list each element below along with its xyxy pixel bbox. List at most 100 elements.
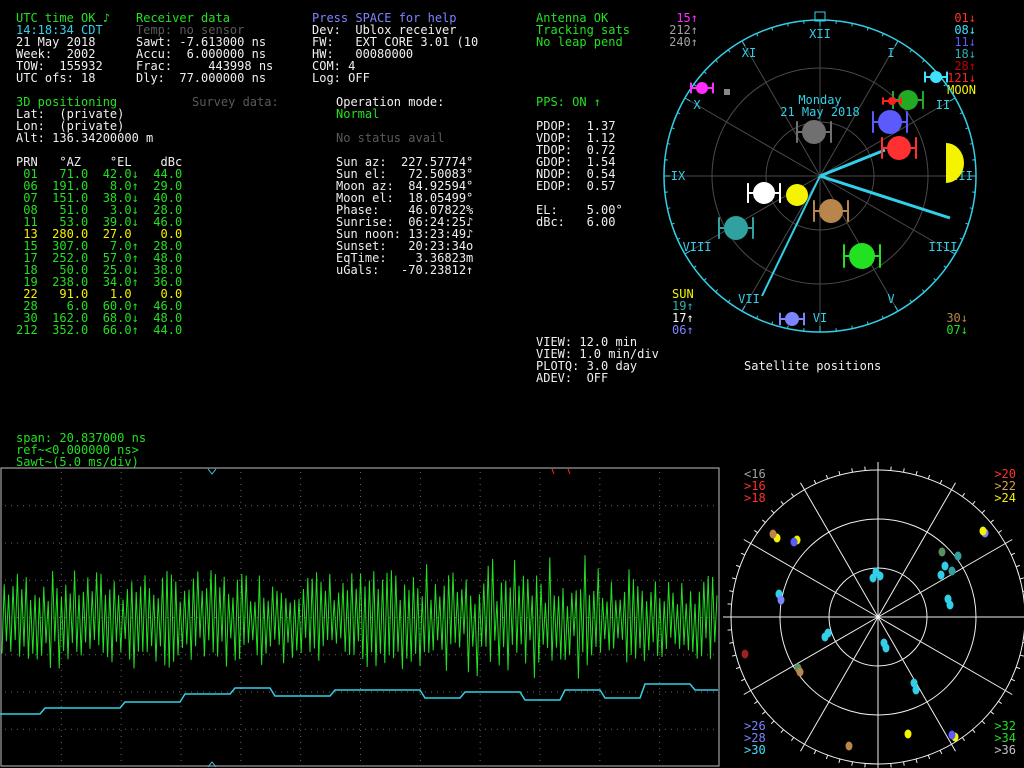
sky-track-dot [769, 529, 777, 539]
grid-dot [605, 654, 606, 656]
grid-dot [545, 505, 546, 507]
grid-dot [479, 568, 481, 569]
grid-dot [173, 728, 174, 730]
grid-dot [240, 718, 242, 719]
grid-dot [311, 728, 312, 730]
grid-dot [359, 505, 360, 507]
grid-dot [149, 505, 150, 507]
grid-dot [335, 654, 336, 656]
grid-dot [240, 700, 242, 701]
grid-dot [131, 728, 132, 730]
grid-dot [659, 658, 661, 659]
reference-trace [0, 683, 718, 715]
grid-dot [120, 736, 122, 737]
grid-dot [515, 654, 516, 656]
grid-dot [419, 496, 421, 497]
grid-dot [120, 496, 122, 497]
grid-dot [47, 728, 48, 730]
grid-dot [659, 724, 661, 725]
grid-dot [300, 508, 302, 509]
grid-dot [360, 706, 361, 707]
grid-dot [431, 542, 432, 544]
clock-tick [959, 112, 963, 115]
grid-dot [120, 586, 122, 587]
grid-dot [419, 724, 421, 725]
grid-dot [180, 544, 182, 545]
grid-dot [677, 579, 678, 581]
grid-dot [300, 712, 302, 713]
clock-tick [787, 325, 789, 329]
clock-tick [693, 265, 697, 269]
grid-dot [503, 654, 504, 656]
grid-dot [641, 654, 642, 656]
grid-dot [60, 526, 62, 527]
grid-dot [360, 508, 361, 509]
grid-dot [35, 654, 36, 656]
grid-dot [479, 505, 480, 507]
grid-dot [659, 502, 661, 503]
grid-dot [557, 691, 558, 693]
grid-dot [185, 654, 186, 656]
grid-dot [180, 694, 182, 695]
grid-dot [695, 579, 696, 581]
grid-dot [180, 658, 182, 659]
sky-tick [972, 501, 976, 505]
grid-dot [599, 538, 601, 539]
grid-dot [167, 728, 168, 730]
grid-dot [521, 579, 522, 581]
grid-dot [659, 496, 661, 497]
grid-dot [300, 670, 302, 671]
grid-dot [677, 691, 678, 693]
grid-dot [521, 542, 522, 544]
clock-tick [909, 299, 913, 303]
grid-dot [473, 542, 474, 544]
grid-dot [300, 688, 302, 689]
grid-dot [659, 694, 661, 695]
grid-dot [281, 691, 282, 693]
grid-dot [557, 579, 558, 581]
grid-dot [65, 654, 66, 656]
sky-tick [770, 720, 775, 725]
sky-track-dot [845, 741, 853, 751]
grid-dot [107, 542, 108, 544]
grid-dot [677, 542, 678, 544]
grid-dot [360, 724, 361, 725]
grid-dot [437, 728, 438, 730]
grid-dot [329, 691, 330, 693]
satellite-icon [881, 136, 917, 160]
grid-dot [300, 736, 302, 737]
grid-dot [347, 728, 348, 730]
grid-dot [305, 505, 306, 507]
grid-dot [419, 754, 421, 755]
grid-dot [419, 514, 421, 515]
grid-dot [599, 691, 600, 693]
grid-dot [180, 748, 182, 749]
grid-dot [41, 505, 42, 507]
grid-dot [300, 526, 302, 527]
grid-dot [671, 728, 672, 730]
grid-dot [180, 598, 182, 599]
sky-track-dot [954, 551, 962, 561]
grid-dot [707, 691, 708, 693]
grid-dot [617, 505, 618, 507]
grid-dot [707, 505, 708, 507]
grid-dot [539, 754, 541, 755]
grid-dot [239, 617, 240, 618]
grid-dot [240, 574, 242, 575]
clock-tick [667, 143, 671, 145]
grid-dot [419, 712, 421, 713]
grid-dot [173, 542, 174, 544]
timing-plot [0, 467, 720, 768]
grid-dot [120, 760, 122, 761]
grid-dot [419, 502, 421, 503]
grid-dot [180, 538, 182, 539]
clock-tick [703, 278, 707, 281]
grid-dot [419, 544, 421, 545]
grid-dot [539, 505, 540, 507]
grid-dot [599, 490, 601, 491]
grid-dot [659, 568, 661, 569]
grid-dot [641, 505, 642, 507]
grid-dot [203, 691, 204, 693]
grid-dot [173, 505, 174, 507]
clock-tick [943, 265, 947, 269]
